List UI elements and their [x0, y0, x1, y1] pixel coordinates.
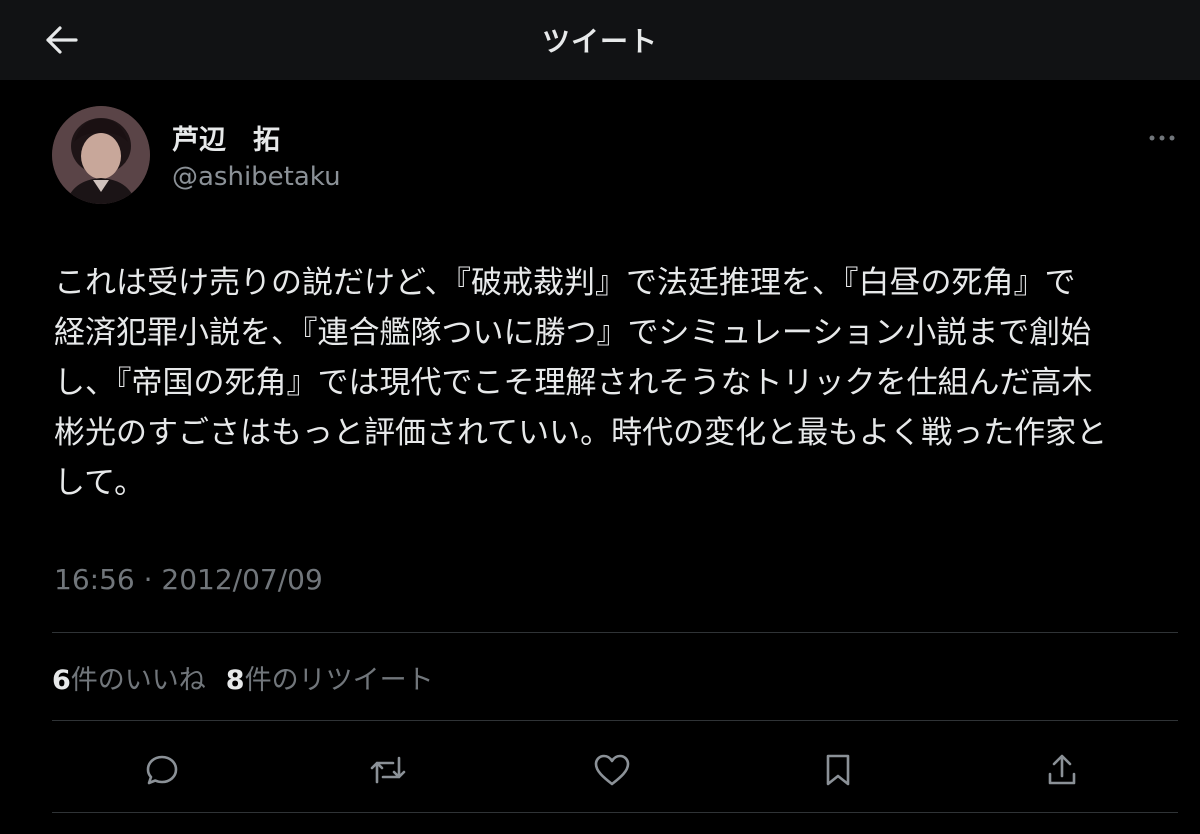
more-options-button[interactable]	[1140, 120, 1184, 156]
retweets-stat[interactable]: 8件のリツイート	[226, 658, 434, 697]
divider	[52, 812, 1178, 813]
tweet-timestamp[interactable]: 16:56 · 2012/07/09	[54, 563, 323, 596]
retweets-label: 件のリツイート	[244, 665, 434, 696]
tweet-text: これは受け売りの説だけど、『破戒裁判』で法廷推理を、『白昼の死角』で 経済犯罪小…	[54, 258, 1174, 508]
tweet-text-line: し、『帝国の死角』では現代でこそ理解されそうなトリックを仕組んだ高木	[54, 365, 1093, 401]
engagement-stats: 6件のいいね 8件のリツイート	[52, 658, 434, 697]
likes-stat[interactable]: 6件のいいね	[52, 658, 206, 697]
like-icon	[593, 753, 631, 787]
share-icon	[1045, 752, 1079, 788]
share-button[interactable]	[1034, 742, 1090, 798]
arrow-left-icon	[45, 25, 79, 55]
tweet-text-line: 経済犯罪小説を、『連合艦隊ついに勝つ』でシミュレーション小説まで創始	[54, 315, 1092, 351]
retweets-count: 8	[225, 665, 245, 696]
bookmark-button[interactable]	[810, 742, 866, 798]
reply-button[interactable]	[134, 742, 190, 798]
back-button[interactable]	[40, 18, 84, 62]
page-title: ツイート	[541, 25, 658, 58]
divider	[52, 632, 1178, 633]
tweet-text-line: して。	[54, 465, 146, 501]
like-button[interactable]	[584, 742, 640, 798]
tweet-text-line: これは受け売りの説だけど、『破戒裁判』で法廷推理を、『白昼の死角』で	[54, 265, 1076, 301]
tweet-text-line: 彬光のすごさはもっと評価されていい。時代の変化と最もよく戦った作家と	[54, 415, 1108, 451]
retweet-button[interactable]	[360, 742, 416, 798]
action-bar	[0, 742, 1200, 798]
divider	[52, 720, 1178, 721]
reply-icon	[144, 752, 180, 788]
bookmark-icon	[823, 752, 853, 788]
retweet-icon	[368, 752, 408, 788]
avatar[interactable]	[52, 106, 150, 204]
likes-count: 6	[52, 665, 71, 696]
author-display-name[interactable]: 芦辺 拓	[172, 118, 280, 157]
top-bar: ツイート	[0, 0, 1200, 80]
author-handle[interactable]: @ashibetaku	[172, 162, 341, 192]
likes-label: 件のいいね	[70, 665, 206, 696]
more-horizontal-icon	[1149, 135, 1175, 141]
